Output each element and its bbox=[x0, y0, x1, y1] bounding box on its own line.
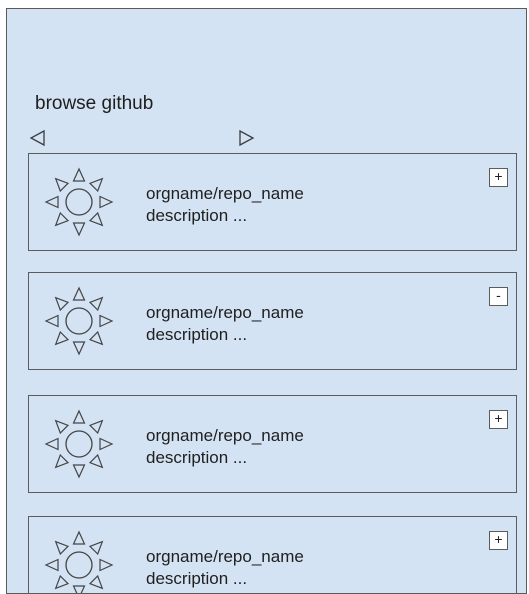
repo-description: description ... bbox=[146, 448, 248, 467]
expand-toggle-button[interactable]: + bbox=[489, 531, 508, 550]
triangle-left-icon bbox=[29, 129, 45, 147]
repo-card[interactable]: orgname/repo_name description ... + bbox=[28, 395, 517, 493]
collapse-toggle-button[interactable]: - bbox=[489, 287, 508, 306]
sun-icon bbox=[43, 408, 115, 480]
repo-name: orgname/repo_name bbox=[146, 303, 304, 322]
github-browser-panel: browse github orgname/repo_name descript… bbox=[6, 8, 527, 594]
repo-card[interactable]: orgname/repo_name description ... + bbox=[28, 516, 517, 593]
repo-description: description ... bbox=[146, 569, 248, 588]
repo-name: orgname/repo_name bbox=[146, 426, 304, 445]
page-title: browse github bbox=[35, 93, 154, 114]
expand-toggle-button[interactable]: + bbox=[489, 410, 508, 429]
repo-description: description ... bbox=[146, 206, 248, 225]
triangle-right-icon bbox=[239, 129, 255, 147]
sun-icon bbox=[43, 529, 115, 593]
repo-name: orgname/repo_name bbox=[146, 184, 304, 203]
prev-page-button[interactable] bbox=[29, 129, 47, 147]
next-page-button[interactable] bbox=[237, 129, 255, 147]
repo-name: orgname/repo_name bbox=[146, 547, 304, 566]
repo-description: description ... bbox=[146, 325, 248, 344]
sun-icon bbox=[43, 166, 115, 238]
repo-card[interactable]: orgname/repo_name description ... + bbox=[28, 153, 517, 251]
repo-card[interactable]: orgname/repo_name description ... - bbox=[28, 272, 517, 370]
expand-toggle-button[interactable]: + bbox=[489, 168, 508, 187]
sun-icon bbox=[43, 285, 115, 357]
